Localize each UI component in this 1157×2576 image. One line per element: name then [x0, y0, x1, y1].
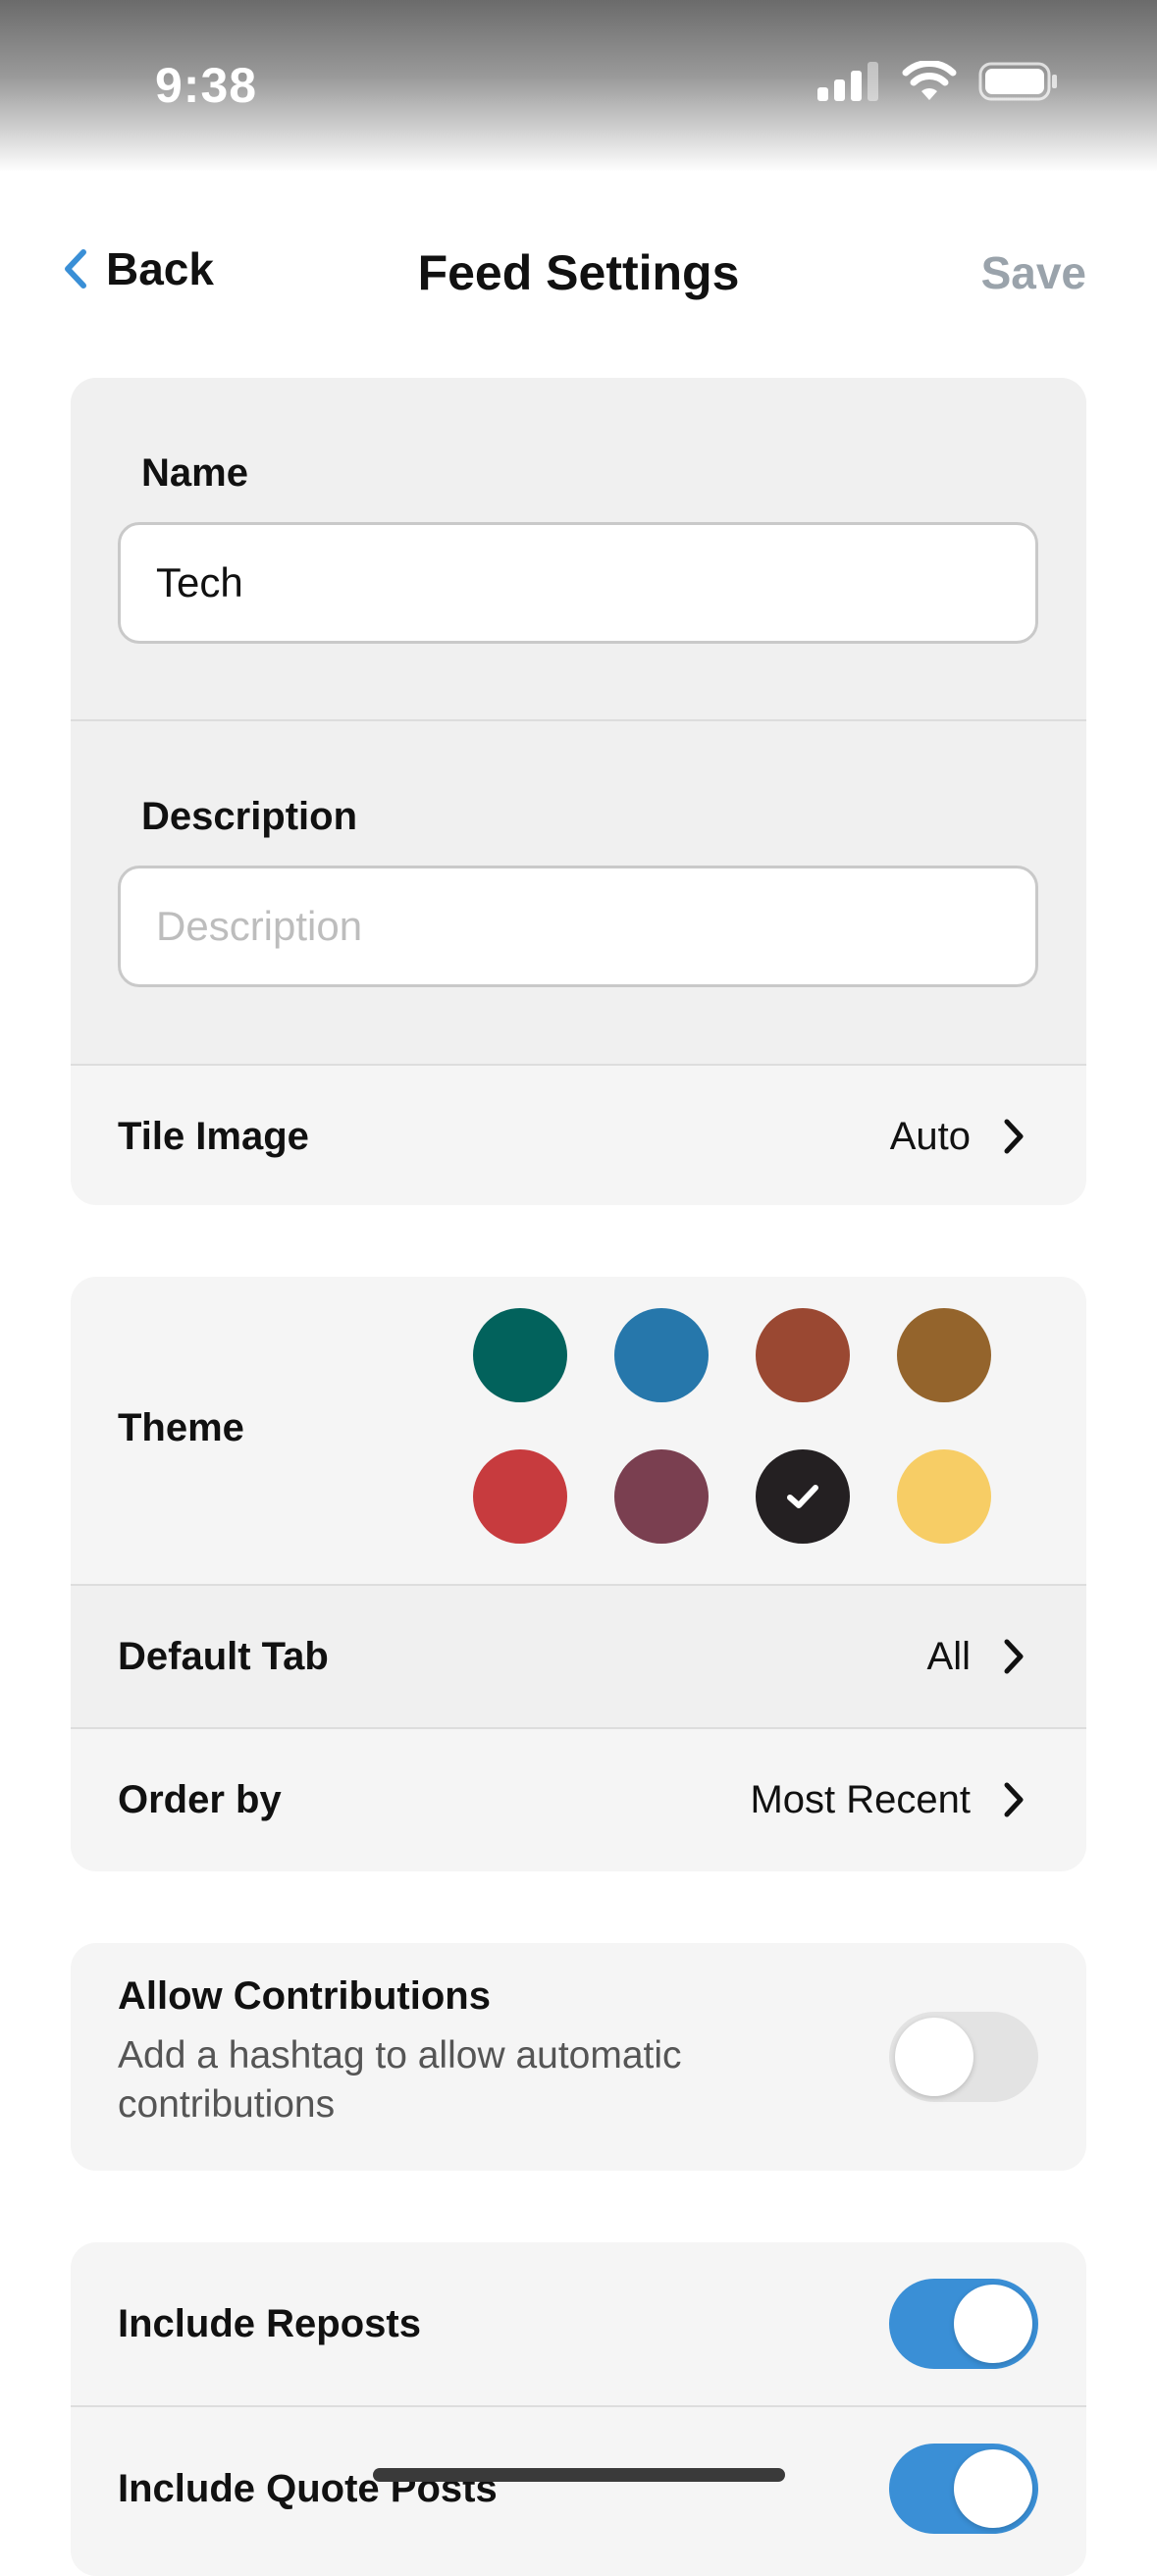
allow-contributions-toggle[interactable] — [889, 2012, 1038, 2102]
theme-swatch[interactable] — [614, 1308, 709, 1402]
theme-swatch[interactable] — [473, 1308, 567, 1402]
tile-image-row[interactable]: Tile Image Auto — [71, 1066, 1086, 1205]
theme-swatch[interactable] — [614, 1449, 709, 1544]
name-input[interactable] — [118, 522, 1038, 644]
post-filters-card: Include Reposts Include Quote Posts — [71, 2242, 1086, 2576]
theme-swatch[interactable] — [473, 1449, 567, 1544]
include-quote-posts-toggle[interactable] — [889, 2444, 1038, 2534]
description-section: Description — [71, 721, 1086, 1064]
chevron-right-icon — [1004, 1119, 1024, 1154]
order-by-label: Order by — [118, 1777, 282, 1821]
include-reposts-row: Include Reposts — [71, 2242, 1086, 2405]
default-tab-value: All — [926, 1634, 971, 1678]
include-reposts-toggle[interactable] — [889, 2279, 1038, 2369]
description-label: Description — [141, 795, 358, 838]
allow-contributions-label: Allow Contributions — [118, 1974, 491, 2018]
contributions-card: Allow Contributions Add a hashtag to all… — [71, 1943, 1086, 2171]
tile-image-value: Auto — [889, 1114, 971, 1158]
feed-display-card: Theme Default Tab All Order by Most Rece… — [71, 1277, 1086, 1871]
toggle-knob — [895, 2018, 973, 2096]
cellular-signal-icon — [817, 62, 878, 101]
navigation-bar: Back Feed Settings Save — [0, 231, 1157, 319]
battery-icon — [978, 62, 1057, 101]
toggle-knob — [954, 2285, 1032, 2363]
default-tab-row[interactable]: Default Tab All — [71, 1586, 1086, 1727]
name-section: Name — [71, 378, 1086, 720]
include-reposts-label: Include Reposts — [118, 2301, 421, 2345]
chevron-right-icon — [1004, 1639, 1024, 1674]
theme-swatch[interactable] — [756, 1449, 850, 1544]
include-quote-posts-row: Include Quote Posts — [71, 2407, 1086, 2570]
description-input[interactable] — [118, 866, 1038, 987]
theme-row: Theme — [71, 1277, 1086, 1584]
theme-swatch[interactable] — [756, 1308, 850, 1402]
checkmark-icon — [787, 1485, 818, 1508]
status-bar: 9:38 — [0, 0, 1157, 172]
allow-contributions-description: Add a hashtag to allow automatic contrib… — [118, 2034, 682, 2126]
chevron-right-icon — [1004, 1782, 1024, 1817]
home-indicator — [373, 2468, 785, 2482]
status-icons — [817, 61, 1059, 102]
default-tab-label: Default Tab — [118, 1634, 329, 1678]
save-button[interactable]: Save — [981, 246, 1086, 299]
theme-swatch[interactable] — [897, 1449, 991, 1544]
order-by-value: Most Recent — [750, 1777, 971, 1821]
status-time: 9:38 — [155, 58, 258, 113]
theme-label: Theme — [118, 1406, 244, 1449]
tile-image-label: Tile Image — [118, 1114, 309, 1158]
order-by-row[interactable]: Order by Most Recent — [71, 1729, 1086, 1870]
feed-details-card: Name Description Tile Image Auto — [71, 378, 1086, 1205]
theme-swatch[interactable] — [897, 1308, 991, 1402]
wifi-icon — [902, 61, 957, 100]
name-label: Name — [141, 451, 248, 495]
toggle-knob — [954, 2449, 1032, 2528]
